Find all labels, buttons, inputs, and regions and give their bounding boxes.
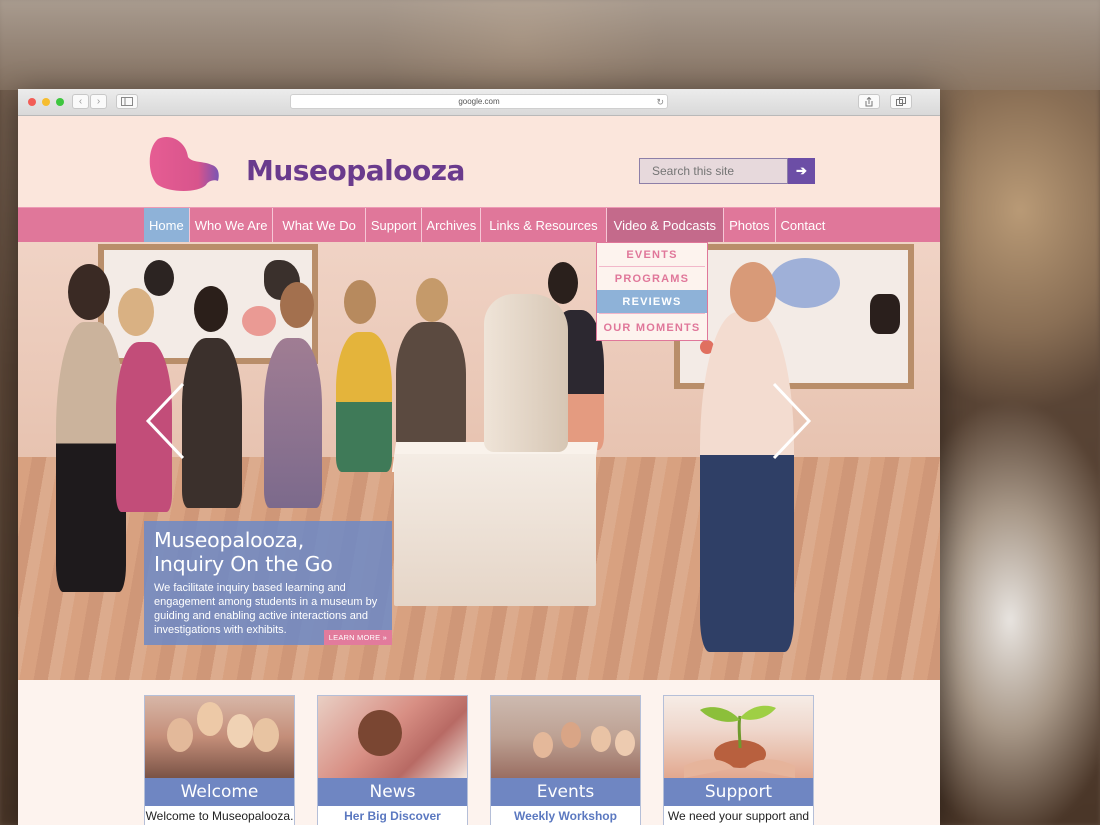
browser-toolbar: ‹ › google.com ↻: [18, 89, 940, 116]
museopalooza-logo-icon[interactable]: [148, 135, 220, 193]
visitor-head: [416, 278, 448, 322]
nav-who-we-are[interactable]: Who We Are: [188, 208, 273, 243]
minimize-window-button[interactable]: [42, 98, 50, 106]
nav-what-we-do[interactable]: What We Do: [272, 208, 364, 243]
hero-slider: Museopalooza, Inquiry On the Go We facil…: [18, 242, 940, 680]
slider-prev-arrow-icon[interactable]: [145, 382, 185, 460]
visitor-head: [194, 286, 228, 332]
search-input[interactable]: [639, 158, 788, 184]
hero-title-line1: Museopalooza,: [154, 528, 305, 552]
card-events[interactable]: Events Weekly Workshop: [490, 695, 641, 825]
visitor-head: [548, 262, 578, 304]
zoom-window-button[interactable]: [56, 98, 64, 106]
nav-photos[interactable]: Photos: [723, 208, 774, 243]
card-news-title: News: [318, 778, 467, 806]
address-text: google.com: [458, 97, 500, 106]
visitor-figure: [264, 338, 322, 508]
sculpture: [484, 294, 568, 452]
card-news[interactable]: News Her Big Discover: [317, 695, 468, 825]
card-welcome[interactable]: Welcome Welcome to Museopalooza.: [144, 695, 295, 825]
site-header: Museopalooza ➔: [18, 116, 940, 207]
seedling-icon: [684, 705, 795, 778]
card-welcome-title: Welcome: [145, 778, 294, 806]
tabs-overview-icon[interactable]: [890, 94, 912, 109]
forward-button[interactable]: ›: [90, 94, 107, 109]
hero-caption: Museopalooza, Inquiry On the Go We facil…: [144, 521, 392, 645]
visitor-figure: [396, 322, 466, 452]
dropdown-item-our-moments[interactable]: OUR MOMENTS: [597, 314, 707, 340]
visitor-head: [280, 282, 314, 328]
main-nav: Home Who We Are What We Do Support Archi…: [18, 207, 940, 243]
site-search: ➔: [639, 158, 815, 184]
feature-cards: Welcome Welcome to Museopalooza. News He…: [18, 680, 940, 825]
address-bar[interactable]: google.com ↻: [290, 94, 668, 109]
guide-figure: [700, 312, 794, 652]
visitor-head: [68, 264, 110, 320]
card-support[interactable]: Support We need your support and: [663, 695, 814, 825]
pedestal: [394, 454, 596, 606]
card-support-image: [664, 696, 813, 778]
nav-home[interactable]: Home: [144, 208, 189, 243]
close-window-button[interactable]: [28, 98, 36, 106]
hero-body-text: We facilitate inquiry based learning and…: [154, 582, 378, 636]
visitor-head: [344, 280, 376, 324]
card-welcome-subtitle: Welcome to Museopalooza.: [145, 809, 294, 823]
nav-contact[interactable]: Contact: [774, 208, 831, 243]
visitor-figure: [182, 338, 242, 508]
card-support-title: Support: [664, 778, 813, 806]
hero-title-line2: Inquiry On the Go: [154, 552, 333, 576]
nav-archives[interactable]: Archives: [421, 208, 480, 243]
nav-links-resources[interactable]: Links & Resources: [480, 208, 605, 243]
card-events-title: Events: [491, 778, 640, 806]
card-events-subtitle: Weekly Workshop: [514, 809, 617, 823]
card-events-image: [491, 696, 640, 778]
visitor-head: [118, 288, 154, 336]
slider-next-arrow-icon[interactable]: [772, 382, 812, 460]
card-news-subtitle: Her Big Discover: [344, 809, 441, 823]
dropdown-item-events[interactable]: EVENTS: [597, 243, 707, 266]
card-support-subtitle: We need your support and: [667, 809, 810, 823]
card-news-image: [318, 696, 467, 778]
video-podcasts-dropdown: EVENTS PROGRAMS REVIEWS OUR MOMENTS: [596, 242, 708, 341]
guide-head: [730, 262, 776, 322]
dropdown-item-programs[interactable]: PROGRAMS: [597, 267, 707, 290]
nav-support[interactable]: Support: [364, 208, 422, 243]
nav-video-podcasts[interactable]: Video & Podcasts: [605, 208, 724, 243]
back-button[interactable]: ‹: [72, 94, 89, 109]
sidebar-toggle-icon[interactable]: [116, 94, 138, 109]
reload-icon[interactable]: ↻: [656, 95, 664, 109]
search-submit-button[interactable]: ➔: [788, 158, 815, 184]
card-welcome-image: [145, 696, 294, 778]
dropdown-item-reviews[interactable]: REVIEWS: [597, 290, 707, 313]
background-ceiling: [0, 0, 1100, 90]
visitor-figure: [336, 332, 392, 472]
browser-window: ‹ › google.com ↻ Museopalooza Search thi…: [18, 89, 940, 825]
share-icon[interactable]: [858, 94, 880, 109]
site-brand-name[interactable]: Museopalooza: [246, 154, 465, 187]
learn-more-button[interactable]: LEARN MORE »: [323, 630, 392, 645]
